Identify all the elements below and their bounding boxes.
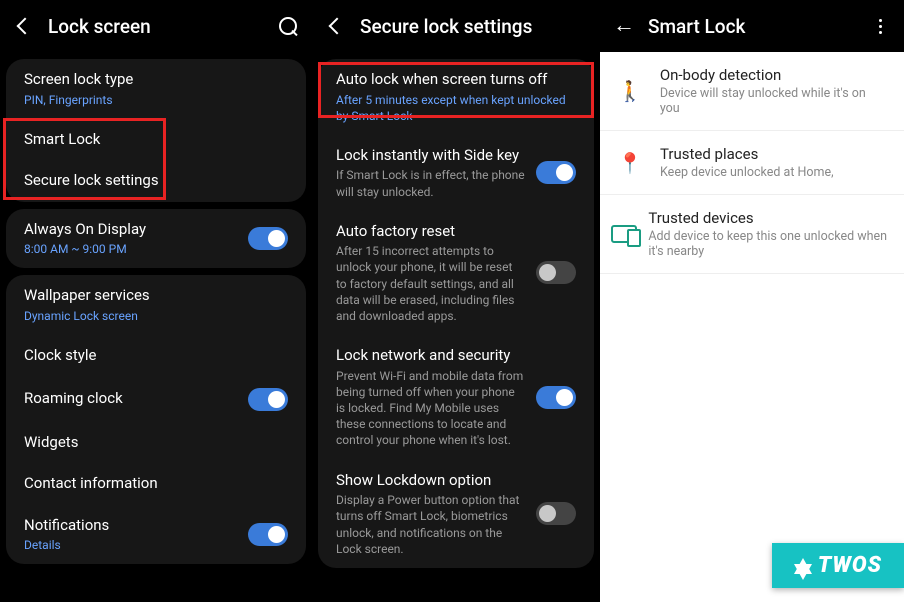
toggle-lock-side-key[interactable] — [536, 161, 576, 184]
header-smart-lock: Smart Lock — [600, 0, 904, 52]
location-pin-icon — [600, 151, 660, 175]
row-title: Screen lock type — [24, 70, 288, 90]
row-subtitle: After 5 minutes except when kept unlocke… — [336, 92, 576, 124]
watermark-text: TWOS — [818, 553, 882, 578]
row-notifications[interactable]: Notifications Details — [6, 505, 306, 565]
row-subtitle: Display a Power button option that turns… — [336, 492, 526, 557]
row-roaming-clock[interactable]: Roaming clock — [6, 377, 306, 422]
row-title: Show Lockdown option — [336, 471, 526, 491]
watermark-badge: TWOS — [772, 543, 904, 588]
walking-person-icon — [600, 79, 660, 103]
row-title: Auto factory reset — [336, 222, 526, 242]
row-subtitle: Details — [24, 537, 238, 553]
row-auto-factory-reset[interactable]: Auto factory reset After 15 incorrect at… — [318, 211, 594, 335]
back-arrow-icon[interactable] — [606, 8, 642, 44]
toggle-notifications[interactable] — [248, 523, 288, 546]
group-lock-basics: Screen lock type PIN, Fingerprints Smart… — [6, 59, 306, 202]
group-secure-lock: Auto lock when screen turns off After 5 … — [318, 59, 594, 568]
row-title: Smart Lock — [24, 130, 288, 150]
row-title: Roaming clock — [24, 389, 238, 409]
row-trusted-places[interactable]: Trusted places Keep device unlocked at H… — [600, 131, 904, 195]
row-title: Trusted places — [660, 145, 834, 163]
row-subtitle: If Smart Lock is in effect, the phone wi… — [336, 167, 526, 199]
row-title: Contact information — [24, 474, 288, 494]
row-subtitle: Add device to keep this one unlocked whe… — [648, 229, 888, 259]
header-lock-screen: Lock screen — [0, 0, 312, 52]
row-subtitle: Keep device unlocked at Home, — [660, 165, 834, 180]
row-secure-lock-settings[interactable]: Secure lock settings — [6, 160, 306, 202]
page-title: Secure lock settings — [360, 15, 594, 38]
row-subtitle: Dynamic Lock screen — [24, 308, 288, 324]
search-icon[interactable] — [270, 8, 306, 44]
row-on-body-detection[interactable]: On-body detection Device will stay unloc… — [600, 52, 904, 131]
group-aod: Always On Display 8:00 AM ~ 9:00 PM — [6, 209, 306, 269]
watermark-logo-icon — [794, 558, 812, 574]
row-title: Always On Display — [24, 220, 238, 240]
row-title: Auto lock when screen turns off — [336, 70, 576, 90]
group-lockscreen-content: Wallpaper services Dynamic Lock screen C… — [6, 275, 306, 564]
row-title: Lock instantly with Side key — [336, 146, 526, 166]
overflow-menu-icon[interactable] — [862, 8, 898, 44]
back-icon[interactable] — [6, 8, 42, 44]
row-screen-lock-type[interactable]: Screen lock type PIN, Fingerprints — [6, 59, 306, 119]
row-title: Secure lock settings — [24, 171, 288, 191]
row-wallpaper-services[interactable]: Wallpaper services Dynamic Lock screen — [6, 275, 306, 335]
toggle-auto-factory-reset[interactable] — [536, 261, 576, 284]
row-subtitle: Prevent Wi-Fi and mobile data from being… — [336, 368, 526, 449]
panel-secure-lock-settings: Secure lock settings Auto lock when scre… — [312, 0, 600, 602]
row-title: Notifications — [24, 516, 238, 536]
toggle-show-lockdown[interactable] — [536, 502, 576, 525]
row-title: Lock network and security — [336, 346, 526, 366]
row-subtitle: 8:00 AM ~ 9:00 PM — [24, 241, 238, 257]
row-widgets[interactable]: Widgets — [6, 422, 306, 464]
row-title: On-body detection — [660, 66, 888, 84]
header-secure-lock: Secure lock settings — [312, 0, 600, 52]
row-title: Trusted devices — [648, 209, 888, 227]
row-title: Clock style — [24, 346, 288, 366]
row-title: Wallpaper services — [24, 286, 288, 306]
row-title: Widgets — [24, 433, 288, 453]
row-trusted-devices[interactable]: Trusted devices Add device to keep this … — [600, 195, 904, 274]
back-icon[interactable] — [318, 8, 354, 44]
page-title: Smart Lock — [648, 15, 862, 38]
row-lock-side-key[interactable]: Lock instantly with Side key If Smart Lo… — [318, 135, 594, 211]
toggle-roaming-clock[interactable] — [248, 388, 288, 411]
row-subtitle: After 15 incorrect attempts to unlock yo… — [336, 243, 526, 324]
toggle-lock-network[interactable] — [536, 386, 576, 409]
row-always-on-display[interactable]: Always On Display 8:00 AM ~ 9:00 PM — [6, 209, 306, 269]
row-auto-lock[interactable]: Auto lock when screen turns off After 5 … — [318, 59, 594, 135]
toggle-aod[interactable] — [248, 227, 288, 250]
panel-lock-screen: Lock screen Screen lock type PIN, Finger… — [0, 0, 312, 602]
row-subtitle: PIN, Fingerprints — [24, 92, 288, 108]
row-contact-information[interactable]: Contact information — [6, 463, 306, 505]
row-clock-style[interactable]: Clock style — [6, 335, 306, 377]
row-subtitle: Device will stay unlocked while it's on … — [660, 86, 888, 116]
row-smart-lock[interactable]: Smart Lock — [6, 119, 306, 161]
row-show-lockdown[interactable]: Show Lockdown option Display a Power but… — [318, 460, 594, 568]
panel-smart-lock: Smart Lock On-body detection Device will… — [600, 0, 904, 602]
row-lock-network[interactable]: Lock network and security Prevent Wi-Fi … — [318, 335, 594, 459]
devices-icon — [600, 225, 648, 243]
page-title: Lock screen — [48, 15, 270, 38]
